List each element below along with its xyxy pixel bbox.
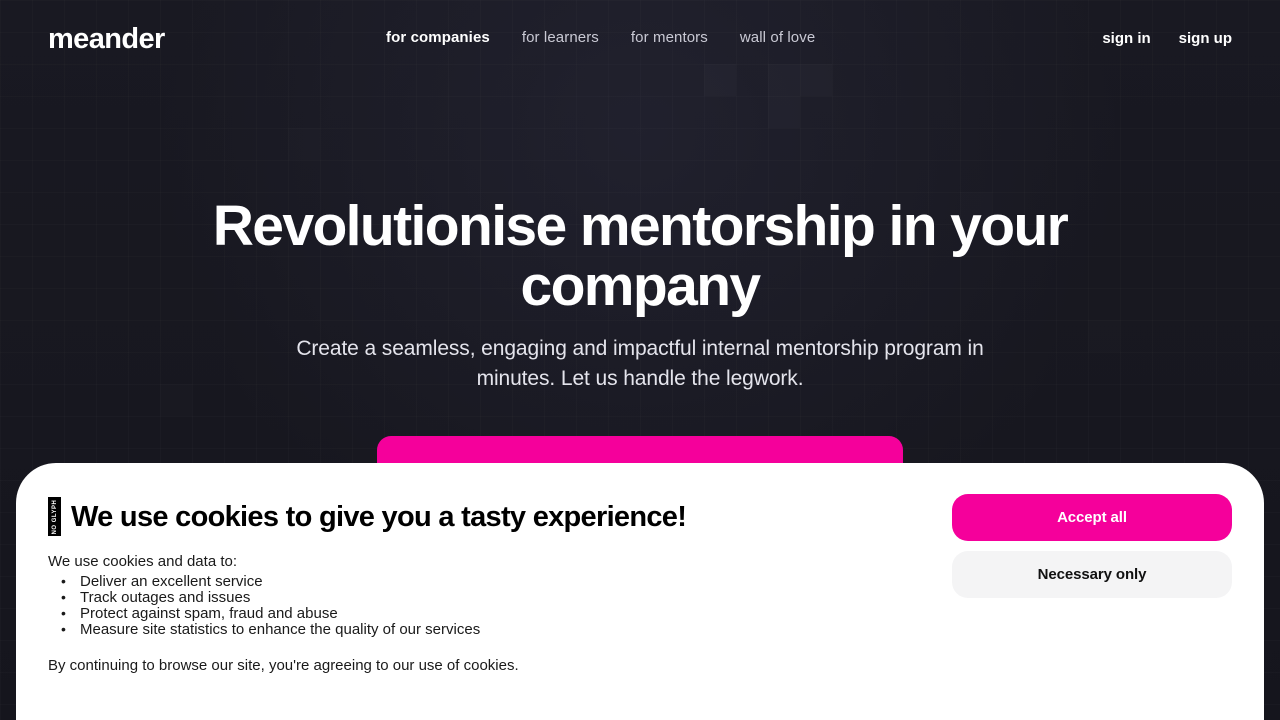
nav-link-for-companies[interactable]: for companies bbox=[386, 29, 490, 46]
nav-link-wall-of-love[interactable]: wall of love bbox=[740, 29, 815, 46]
cookie-emoji-icon bbox=[48, 497, 61, 536]
list-item: Deliver an excellent service bbox=[48, 573, 948, 590]
nav-links-group: for companies for learners for mentors w… bbox=[386, 29, 847, 46]
top-navigation-bar: meander for companies for learners for m… bbox=[0, 0, 1280, 78]
cookie-heading-text: We use cookies to give you a tasty exper… bbox=[71, 500, 687, 533]
sign-up-link[interactable]: sign up bbox=[1179, 30, 1232, 47]
cookie-usage-list: Deliver an excellent service Track outag… bbox=[48, 573, 948, 638]
cookie-banner-button-column: Accept all Necessary only bbox=[952, 494, 1232, 598]
hero-subtitle: Create a seamless, engaging and impactfu… bbox=[296, 337, 984, 390]
cookie-consent-banner: We use cookies to give you a tasty exper… bbox=[16, 463, 1264, 720]
hero-title: Revolutionise mentorship in your company bbox=[212, 194, 1069, 318]
list-item: Measure site statistics to enhance the q… bbox=[48, 621, 948, 638]
cookie-banner-heading: We use cookies to give you a tasty exper… bbox=[48, 497, 948, 536]
nav-auth-group: sign in sign up bbox=[1102, 30, 1232, 47]
cookie-banner-text-column: We use cookies to give you a tasty exper… bbox=[48, 497, 948, 676]
nav-link-for-learners[interactable]: for learners bbox=[522, 29, 599, 46]
necessary-only-button[interactable]: Necessary only bbox=[952, 551, 1232, 598]
grid-highlight-cell bbox=[288, 128, 320, 160]
brand-logo[interactable]: meander bbox=[48, 24, 165, 54]
nav-link-for-mentors[interactable]: for mentors bbox=[631, 29, 708, 46]
cookie-intro-text: We use cookies and data to: bbox=[48, 553, 238, 570]
accept-all-button[interactable]: Accept all bbox=[952, 494, 1232, 541]
sign-in-link[interactable]: sign in bbox=[1102, 30, 1150, 47]
cookie-footer-text: By continuing to browse our site, you're… bbox=[48, 657, 519, 674]
list-item: Protect against spam, fraud and abuse bbox=[48, 605, 948, 622]
grid-highlight-cell bbox=[768, 96, 800, 128]
hero-section: Revolutionise mentorship in your company… bbox=[0, 196, 1280, 494]
list-item: Track outages and issues bbox=[48, 589, 948, 606]
